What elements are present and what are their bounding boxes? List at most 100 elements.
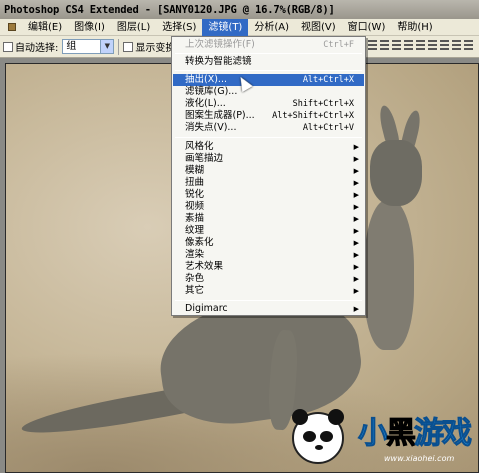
menu-item-last-filter[interactable]: 上次滤镜操作(F) Ctrl+F — [173, 39, 364, 51]
auto-select-checkbox[interactable] — [3, 41, 13, 52]
photoshop-icon — [8, 22, 16, 31]
menu-item-noise[interactable]: 杂色 ▶ — [173, 273, 364, 285]
panda-eye — [303, 431, 316, 442]
align-icon[interactable] — [392, 40, 401, 51]
menu-item-liquify[interactable]: 液化(L)... Shift+Ctrl+X — [173, 98, 364, 110]
auto-select-value: 组 — [66, 41, 77, 52]
watermark-url: www.xiaohei.com — [384, 454, 455, 463]
menu-select[interactable]: 选择(S) — [156, 19, 202, 36]
menu-item-video[interactable]: 视频 ▶ — [173, 201, 364, 213]
menu-item-vanishing-point[interactable]: 消失点(V)... Alt+Ctrl+V — [173, 122, 364, 134]
align-icon[interactable] — [428, 40, 437, 51]
submenu-arrow-icon: ▶ — [353, 251, 359, 259]
align-icon[interactable] — [464, 40, 473, 51]
panda-logo-icon — [292, 409, 344, 464]
menu-item-pattern-maker[interactable]: 图案生成器(P)... Alt+Shift+Ctrl+X — [173, 110, 364, 122]
menu-layer[interactable]: 图层(L) — [111, 19, 156, 36]
menu-item-render[interactable]: 渲染 ▶ — [173, 249, 364, 261]
menu-analysis[interactable]: 分析(A) — [248, 19, 295, 36]
menu-item-convert-smart-filter[interactable]: 转换为智能滤镜 — [173, 56, 364, 68]
watermark-logo-c: 游戏 — [414, 416, 473, 452]
submenu-arrow-icon: ▶ — [353, 167, 359, 175]
align-icon[interactable] — [416, 40, 425, 51]
submenu-arrow-icon: ▶ — [353, 305, 359, 313]
menu-item-label: 风格化 — [185, 141, 214, 152]
menu-item-label: 纹理 — [185, 225, 205, 236]
menu-item-label: 杂色 — [185, 273, 205, 284]
menu-item-texture[interactable]: 纹理 ▶ — [173, 225, 364, 237]
menu-item-label: 锐化 — [185, 189, 205, 200]
submenu-arrow-icon: ▶ — [353, 155, 359, 163]
align-icon[interactable] — [404, 40, 413, 51]
menu-image[interactable]: 图像(I) — [68, 19, 111, 36]
submenu-arrow-icon: ▶ — [353, 179, 359, 187]
panda-ear — [292, 409, 308, 425]
submenu-arrow-icon: ▶ — [353, 263, 359, 271]
menu-item-digimarc[interactable]: Digimarc ▶ — [173, 303, 364, 315]
watermark-logo-a: 小 — [358, 416, 389, 452]
menu-item-sketch[interactable]: 素描 ▶ — [173, 213, 364, 225]
kangaroo-standing-body — [364, 200, 414, 350]
align-icon[interactable] — [452, 40, 461, 51]
submenu-arrow-icon: ▶ — [353, 275, 359, 283]
menu-edit[interactable]: 编辑(E) — [22, 19, 68, 36]
filter-menu-dropdown: 上次滤镜操作(F) Ctrl+F 转换为智能滤镜 抽出(X)... Alt+Ct… — [171, 36, 366, 316]
align-icon[interactable] — [380, 40, 389, 51]
menu-filter[interactable]: 滤镜(T) — [202, 18, 249, 36]
app-menu-icon[interactable] — [2, 19, 22, 36]
auto-select-option[interactable]: 自动选择: — [3, 39, 58, 54]
submenu-arrow-icon: ▶ — [353, 215, 359, 223]
watermark-logo-b: 黑 — [386, 416, 417, 452]
menu-item-shortcut: Shift+Ctrl+X — [292, 99, 354, 109]
menu-item-label: 其它 — [185, 285, 205, 296]
menu-separator — [175, 300, 362, 301]
align-icon[interactable] — [368, 40, 377, 51]
menu-item-filter-gallery[interactable]: 滤镜库(G)... — [173, 86, 364, 98]
show-transform-checkbox[interactable] — [123, 41, 134, 52]
panda-eye — [320, 431, 333, 442]
menu-item-shortcut: Ctrl+F — [323, 40, 354, 50]
menu-item-label: 渲染 — [185, 249, 205, 260]
watermark-logo-text: 小黑游戏 — [358, 408, 473, 452]
menu-item-sharpen[interactable]: 锐化 ▶ — [173, 189, 364, 201]
menu-item-label: 视频 — [185, 201, 205, 212]
menu-item-distort[interactable]: 扭曲 ▶ — [173, 177, 364, 189]
align-buttons — [368, 40, 473, 51]
menu-item-blur[interactable]: 模糊 ▶ — [173, 165, 364, 177]
options-divider — [118, 38, 120, 55]
panda-ear — [328, 409, 344, 425]
menu-item-label: 艺术效果 — [185, 261, 224, 272]
menu-item-pixelate[interactable]: 像素化 ▶ — [173, 237, 364, 249]
menu-item-brush-strokes[interactable]: 画笔描边 ▶ — [173, 153, 364, 165]
menu-item-label: 抽出(X)... — [185, 74, 227, 85]
submenu-arrow-icon: ▶ — [353, 239, 359, 247]
submenu-arrow-icon: ▶ — [353, 143, 359, 151]
menu-item-shortcut: Alt+Ctrl+X — [302, 75, 354, 85]
menu-item-stylize[interactable]: 风格化 ▶ — [173, 141, 364, 153]
menu-item-label: 图案生成器(P)... — [185, 110, 255, 121]
menu-item-label: 素描 — [185, 213, 205, 224]
panda-nose — [315, 445, 323, 450]
auto-select-label: 自动选择: — [15, 43, 59, 54]
menu-item-label: 消失点(V)... — [185, 122, 237, 133]
menu-help[interactable]: 帮助(H) — [391, 19, 438, 36]
watermark: 小黑游戏 www.xiaohei.com — [288, 408, 478, 470]
submenu-arrow-icon: ▶ — [353, 287, 359, 295]
menu-item-artistic[interactable]: 艺术效果 ▶ — [173, 261, 364, 273]
menu-item-label: Digimarc — [185, 303, 228, 314]
menu-separator — [175, 53, 362, 54]
align-icon[interactable] — [440, 40, 449, 51]
menu-separator — [175, 70, 362, 71]
menu-item-extract[interactable]: 抽出(X)... Alt+Ctrl+X — [173, 74, 364, 86]
menu-item-label: 滤镜库(G)... — [185, 86, 238, 97]
window-title-bar: Photoshop CS4 Extended - [SANY0120.JPG @… — [0, 0, 479, 19]
menu-item-label: 画笔描边 — [185, 153, 224, 164]
menu-item-shortcut: Alt+Shift+Ctrl+X — [272, 111, 354, 121]
menu-item-other[interactable]: 其它 ▶ — [173, 285, 364, 297]
menu-window[interactable]: 窗口(W) — [342, 19, 392, 36]
menu-view[interactable]: 视图(V) — [295, 19, 342, 36]
menu-item-label: 扭曲 — [185, 177, 205, 188]
menu-item-label: 像素化 — [185, 237, 214, 248]
menu-bar: 编辑(E) 图像(I) 图层(L) 选择(S) 滤镜(T) 分析(A) 视图(V… — [0, 18, 479, 36]
auto-select-dropdown[interactable]: 组 ▼ — [62, 39, 115, 54]
